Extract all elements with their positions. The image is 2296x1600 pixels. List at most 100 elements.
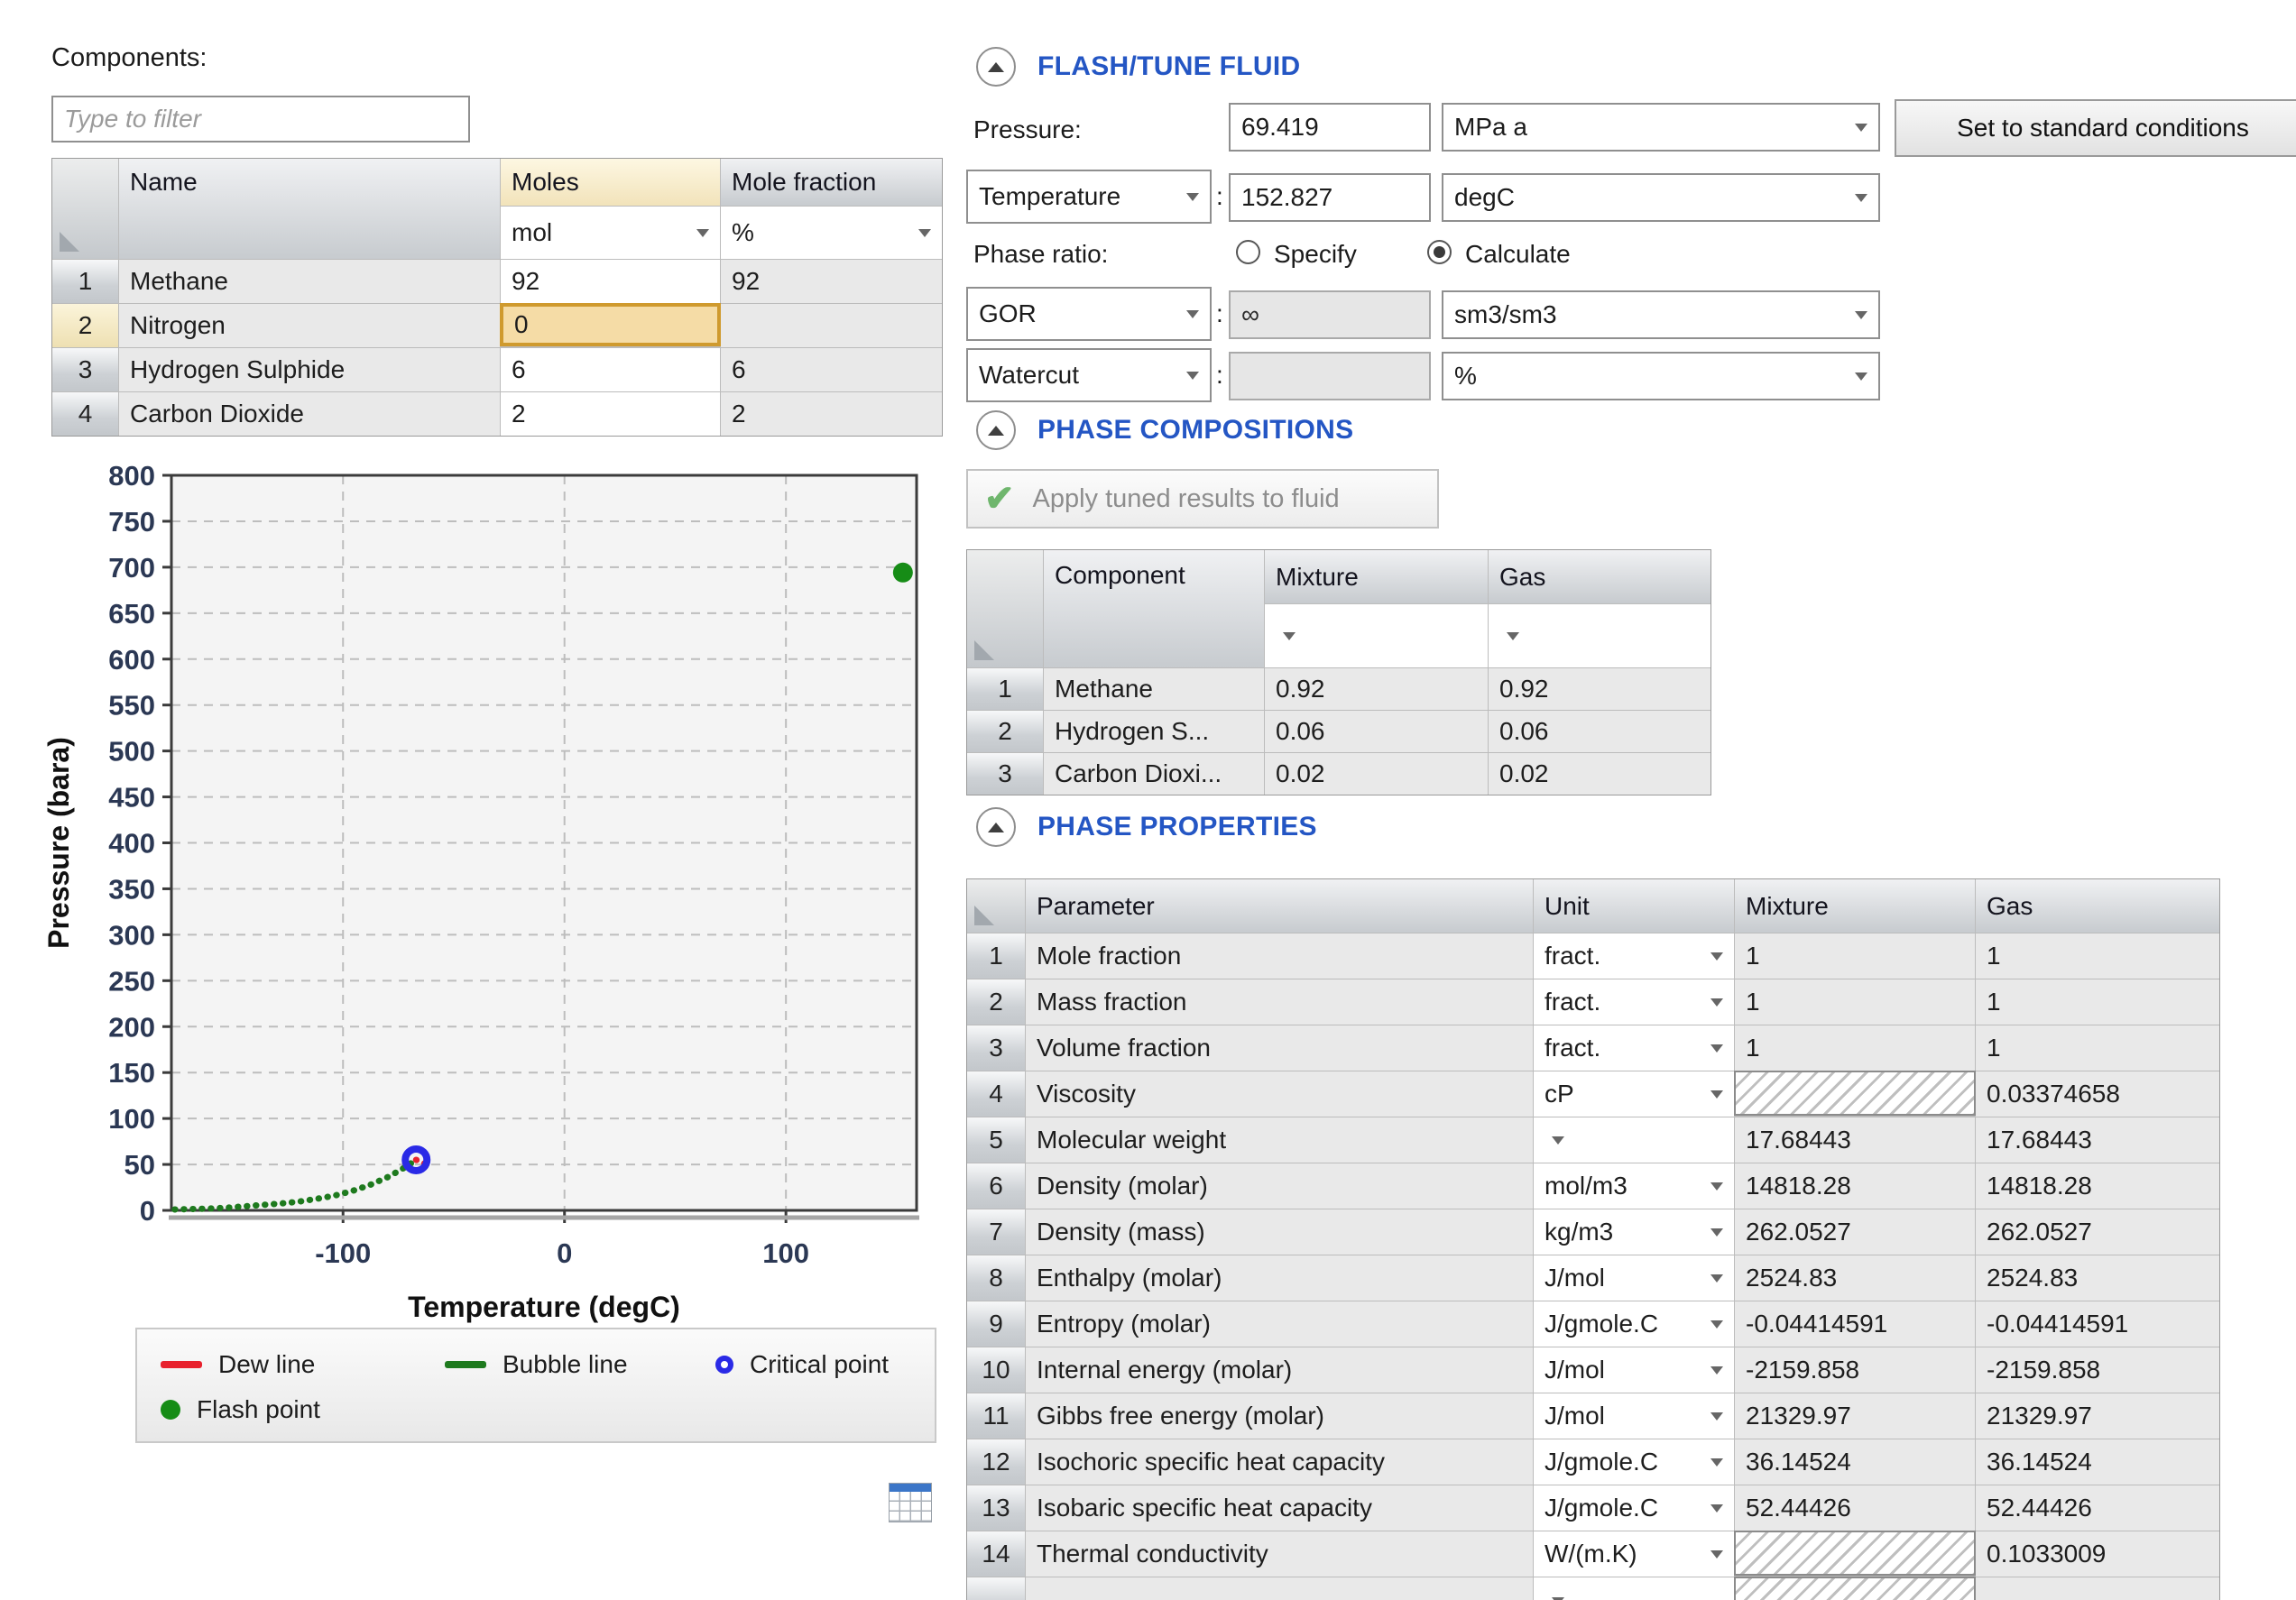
row-number[interactable]: 13 bbox=[967, 1485, 1025, 1531]
components-filter-input[interactable] bbox=[51, 96, 470, 143]
moles-cell[interactable]: 92 bbox=[501, 260, 720, 303]
row-number[interactable]: 12 bbox=[967, 1439, 1025, 1485]
calculate-radio[interactable] bbox=[1427, 240, 1452, 264]
row-number[interactable]: 10 bbox=[967, 1347, 1025, 1393]
svg-text:700: 700 bbox=[108, 552, 155, 584]
select-all-corner[interactable] bbox=[52, 159, 118, 259]
apply-tuned-results-label: Apply tuned results to fluid bbox=[1033, 484, 1340, 514]
watercut-unit-select[interactable]: % bbox=[1442, 352, 1880, 400]
svg-text:200: 200 bbox=[108, 1011, 155, 1043]
mixture-filter-select[interactable] bbox=[1265, 604, 1488, 667]
specify-radio-label[interactable]: Specify bbox=[1274, 240, 1357, 269]
table-view-icon[interactable] bbox=[889, 1483, 932, 1522]
select-all-corner[interactable] bbox=[967, 879, 1025, 933]
row-number[interactable]: 2 bbox=[967, 711, 1043, 752]
unit-select[interactable]: W/(m.K) bbox=[1534, 1531, 1734, 1577]
row-number[interactable]: 11 bbox=[967, 1393, 1025, 1439]
unit-select[interactable]: J/gmole.C bbox=[1534, 1301, 1734, 1347]
apply-tuned-results-button[interactable]: ✔ Apply tuned results to fluid bbox=[966, 469, 1439, 529]
separator-colon: : bbox=[1216, 182, 1223, 211]
row-number[interactable]: 5 bbox=[967, 1117, 1025, 1163]
temperature-variable-select[interactable]: Temperature bbox=[966, 170, 1212, 224]
mixture-value-cell: 0.06 bbox=[1265, 711, 1488, 752]
parameter-name-cell: Density (molar) bbox=[1026, 1163, 1533, 1209]
svg-text:400: 400 bbox=[108, 828, 155, 860]
chevron-down-icon bbox=[1710, 952, 1723, 961]
column-header-moles[interactable]: Moles bbox=[501, 159, 720, 206]
calculate-radio-label[interactable]: Calculate bbox=[1465, 240, 1571, 269]
row-number[interactable]: 3 bbox=[52, 348, 118, 391]
row-number[interactable]: 3 bbox=[967, 753, 1043, 795]
moles-unit-select[interactable]: mol bbox=[501, 207, 720, 259]
select-all-corner[interactable] bbox=[967, 550, 1043, 667]
row-number[interactable] bbox=[967, 1577, 1025, 1600]
column-header-gas[interactable]: Gas bbox=[1489, 550, 1710, 603]
row-number[interactable]: 8 bbox=[967, 1255, 1025, 1301]
chevron-up-icon bbox=[988, 62, 1004, 72]
unit-select[interactable]: fract. bbox=[1534, 933, 1734, 979]
column-header-name[interactable]: Name bbox=[119, 159, 500, 259]
column-header-mixture[interactable]: Mixture bbox=[1735, 879, 1975, 933]
parameter-name-cell: Entropy (molar) bbox=[1026, 1301, 1533, 1347]
row-number[interactable]: 2 bbox=[967, 979, 1025, 1025]
unit-select[interactable]: J/mol bbox=[1534, 1347, 1734, 1393]
mixture-value-cell: 21329.97 bbox=[1735, 1393, 1975, 1439]
chevron-down-icon bbox=[1855, 311, 1867, 319]
unit-select[interactable]: cP bbox=[1534, 1071, 1734, 1117]
temperature-unit-select[interactable]: degC bbox=[1442, 173, 1880, 222]
collapse-flash-tune-button[interactable] bbox=[976, 47, 1016, 87]
column-header-mole-fraction[interactable]: Mole fraction bbox=[721, 159, 942, 206]
mixture-value-cell: 262.0527 bbox=[1735, 1209, 1975, 1255]
pressure-unit-select[interactable]: MPa a bbox=[1442, 103, 1880, 152]
chevron-down-icon bbox=[1710, 998, 1723, 1007]
unit-select[interactable] bbox=[1534, 1117, 1734, 1163]
row-number[interactable]: 14 bbox=[967, 1531, 1025, 1577]
pressure-input[interactable] bbox=[1229, 103, 1431, 152]
unit-select[interactable]: J/mol bbox=[1534, 1393, 1734, 1439]
separator-colon: : bbox=[1216, 299, 1223, 328]
column-header-unit[interactable]: Unit bbox=[1534, 879, 1734, 933]
watercut-variable-select[interactable]: Watercut bbox=[966, 348, 1212, 402]
column-header-component[interactable]: Component bbox=[1044, 550, 1264, 667]
collapse-phase-compositions-button[interactable] bbox=[976, 410, 1016, 450]
unit-select[interactable]: J/mol bbox=[1534, 1255, 1734, 1301]
collapse-phase-properties-button[interactable] bbox=[976, 807, 1016, 847]
moles-cell[interactable]: 2 bbox=[501, 392, 720, 436]
moles-cell[interactable]: 0 bbox=[500, 303, 721, 346]
moles-cell[interactable]: 6 bbox=[501, 348, 720, 391]
row-number[interactable]: 7 bbox=[967, 1209, 1025, 1255]
component-name-cell: Carbon Dioxide bbox=[119, 392, 500, 436]
row-number[interactable]: 1 bbox=[967, 933, 1025, 979]
chevron-down-icon bbox=[1710, 1320, 1723, 1329]
column-header-parameter[interactable]: Parameter bbox=[1026, 879, 1533, 933]
column-header-mixture[interactable]: Mixture bbox=[1265, 550, 1488, 603]
parameter-name-cell: Viscosity bbox=[1026, 1071, 1533, 1117]
mole-fraction-unit-select[interactable]: % bbox=[721, 207, 942, 259]
gor-unit-select[interactable]: sm3/sm3 bbox=[1442, 290, 1880, 339]
unit-select[interactable]: J/gmole.C bbox=[1534, 1485, 1734, 1531]
row-number[interactable]: 1 bbox=[967, 668, 1043, 710]
row-number[interactable]: 4 bbox=[52, 392, 118, 436]
unit-select[interactable] bbox=[1534, 1577, 1734, 1600]
unit-select[interactable]: mol/m3 bbox=[1534, 1163, 1734, 1209]
row-number[interactable]: 1 bbox=[52, 260, 118, 303]
temperature-input[interactable] bbox=[1229, 173, 1431, 222]
row-number[interactable]: 6 bbox=[967, 1163, 1025, 1209]
row-number[interactable]: 3 bbox=[967, 1025, 1025, 1071]
specify-radio[interactable] bbox=[1236, 240, 1260, 264]
parameter-name-cell: Density (mass) bbox=[1026, 1209, 1533, 1255]
unit-select[interactable]: fract. bbox=[1534, 1025, 1734, 1071]
gas-value-cell: 52.44426 bbox=[1976, 1485, 2219, 1531]
column-header-gas[interactable]: Gas bbox=[1976, 879, 2219, 933]
parameter-name-cell: Isobaric specific heat capacity bbox=[1026, 1485, 1533, 1531]
row-number[interactable]: 4 bbox=[967, 1071, 1025, 1117]
row-number[interactable]: 9 bbox=[967, 1301, 1025, 1347]
gas-filter-select[interactable] bbox=[1489, 604, 1710, 667]
set-standard-conditions-button[interactable]: Set to standard conditions bbox=[1895, 99, 2296, 157]
chevron-up-icon bbox=[988, 426, 1004, 436]
unit-select[interactable]: kg/m3 bbox=[1534, 1209, 1734, 1255]
unit-select[interactable]: fract. bbox=[1534, 979, 1734, 1025]
gor-variable-select[interactable]: GOR bbox=[966, 287, 1212, 341]
row-number[interactable]: 2 bbox=[52, 304, 118, 347]
unit-select[interactable]: J/gmole.C bbox=[1534, 1439, 1734, 1485]
